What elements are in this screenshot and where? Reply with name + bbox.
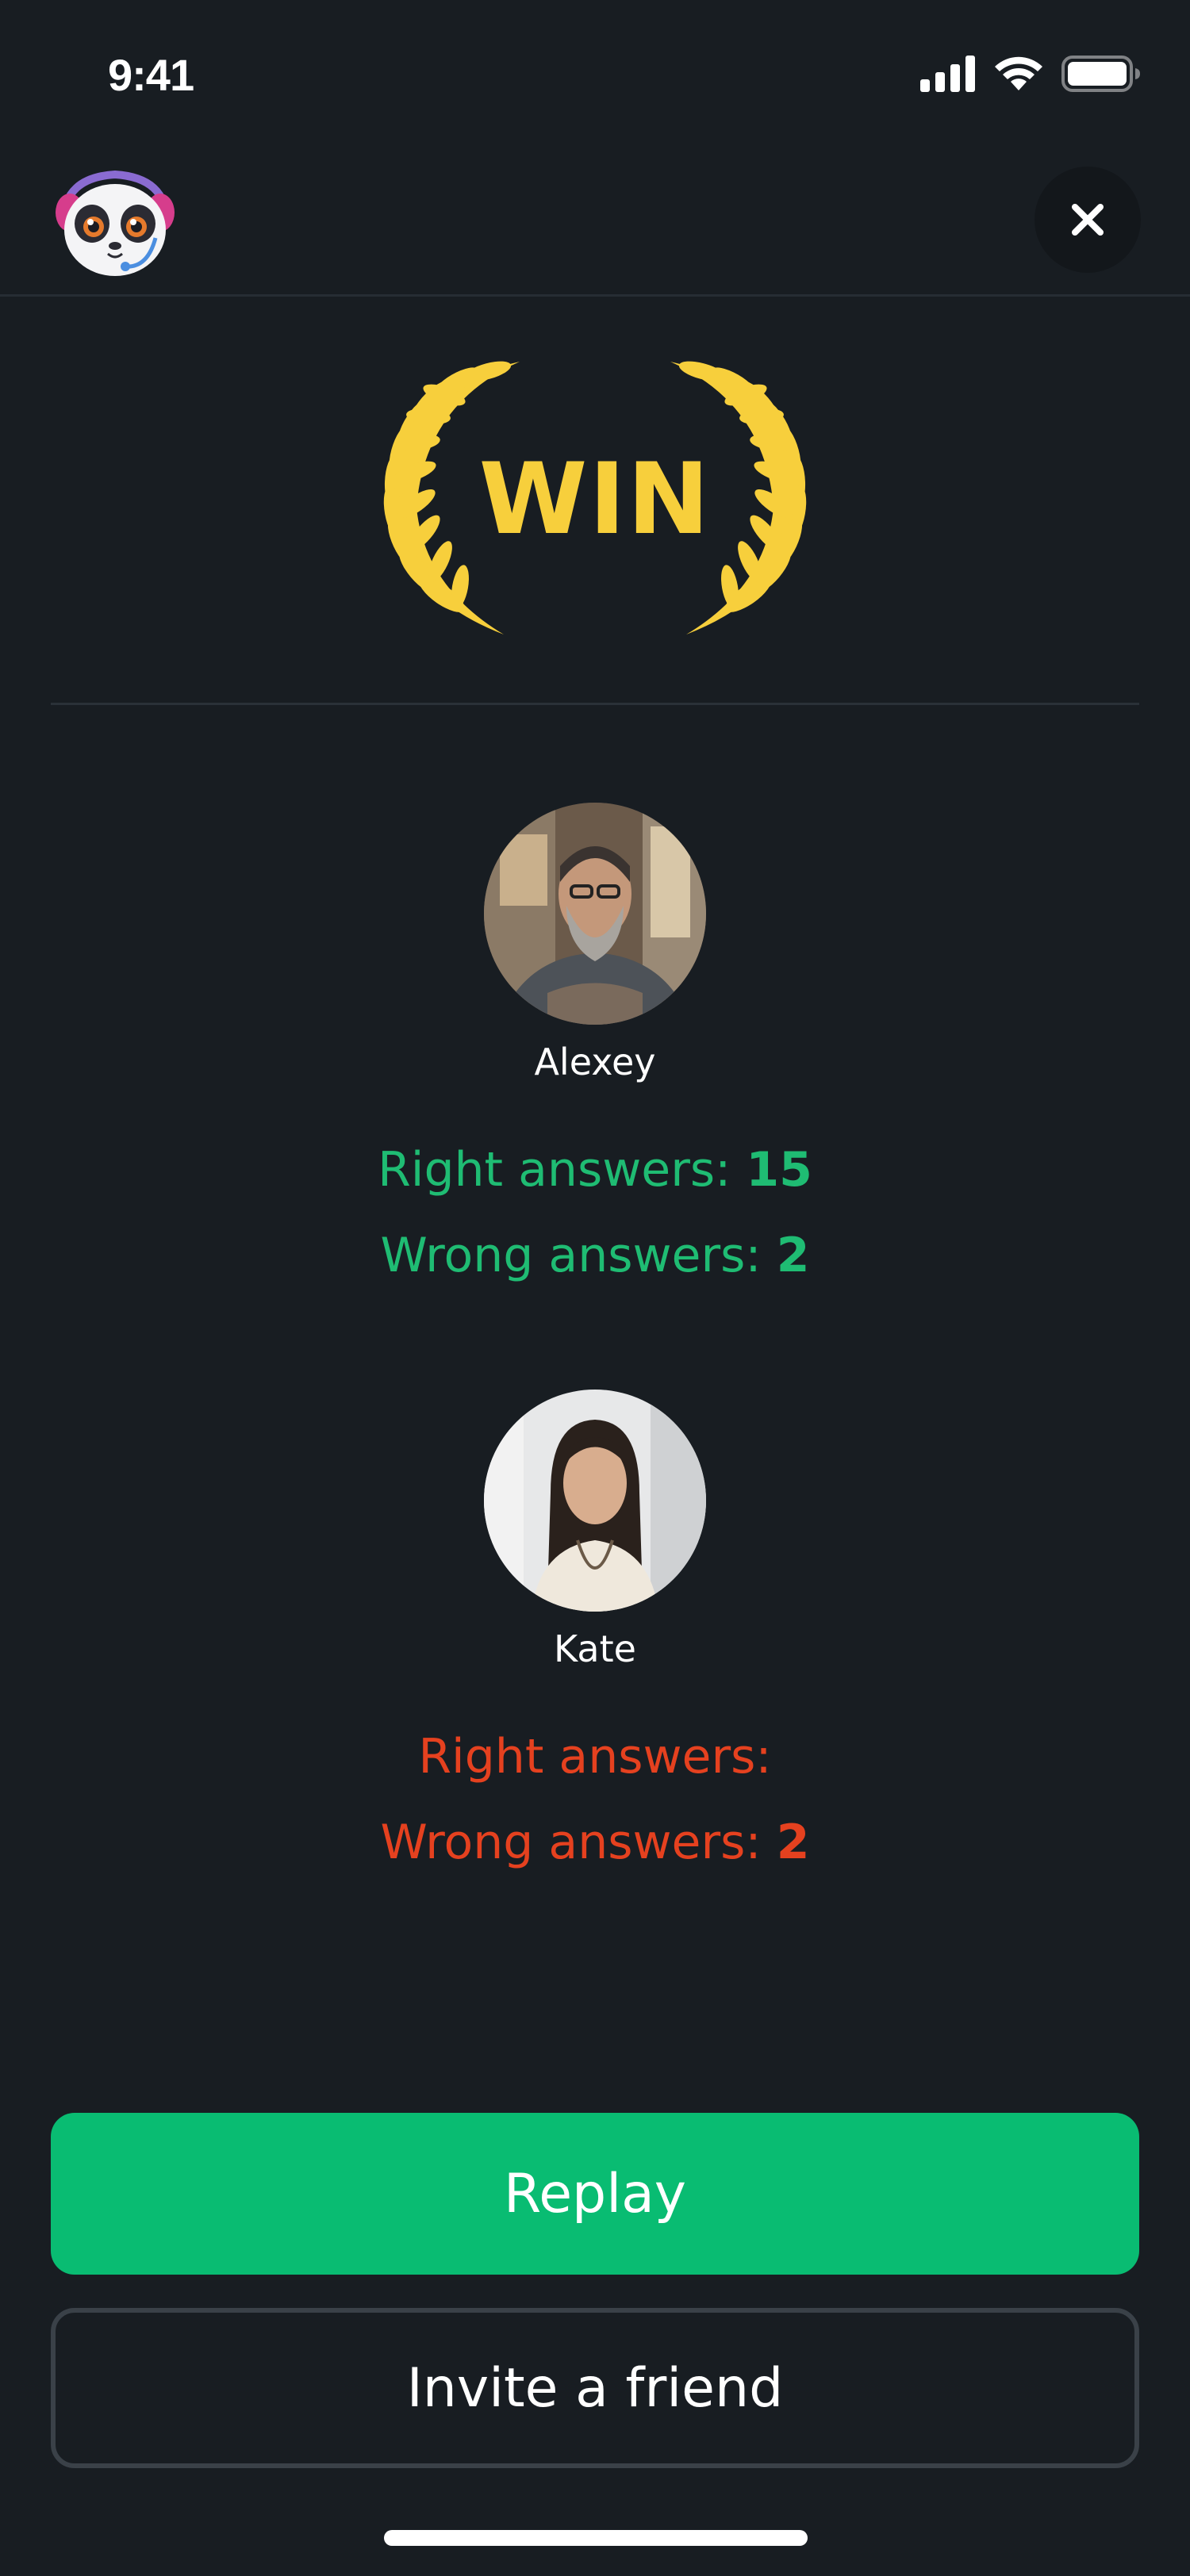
wrong-answers-value: 2	[776, 1228, 810, 1283]
quiz-result-screen: 9:41 WIN Alexey Right answers: 15 Wrong …	[0, 0, 1190, 2576]
replay-button[interactable]: Replay	[51, 2113, 1139, 2275]
home-indicator	[384, 2530, 808, 2546]
right-answers-stat: Right answers: 15	[0, 1142, 1190, 1198]
win-emblem: WIN	[369, 357, 821, 642]
close-button[interactable]	[1035, 167, 1141, 273]
avatar-photo-icon	[484, 1390, 706, 1612]
wrong-answers-stat: Wrong answers: 2	[0, 1815, 1190, 1870]
divider	[51, 703, 1139, 705]
avatar	[484, 803, 706, 1025]
player-name: Alexey	[534, 1041, 656, 1083]
avatar-photo-icon	[484, 803, 706, 1025]
status-bar: 9:41	[0, 0, 1190, 151]
wifi-icon	[995, 56, 1042, 90]
right-answers-value: 15	[746, 1142, 812, 1198]
right-answers-label: Right answers:	[378, 1142, 731, 1198]
header	[0, 151, 1190, 297]
wrong-answers-value: 2	[776, 1815, 810, 1870]
result-label: WIN	[478, 443, 712, 557]
wrong-answers-label: Wrong answers:	[380, 1228, 762, 1283]
status-icons	[920, 54, 1141, 94]
status-time: 9:41	[108, 50, 194, 100]
wrong-answers-stat: Wrong answers: 2	[0, 1228, 1190, 1283]
right-answers-stat: Right answers:	[0, 1729, 1190, 1784]
wrong-answers-label: Wrong answers:	[380, 1815, 762, 1870]
signal-icon	[920, 56, 975, 92]
close-icon	[1072, 204, 1104, 236]
invite-friend-button[interactable]: Invite a friend	[51, 2308, 1139, 2468]
player-name: Kate	[554, 1627, 636, 1670]
battery-icon	[1061, 56, 1140, 92]
avatar	[484, 1390, 706, 1612]
right-answers-label: Right answers:	[418, 1729, 772, 1784]
panda-mascot-icon	[56, 170, 175, 276]
